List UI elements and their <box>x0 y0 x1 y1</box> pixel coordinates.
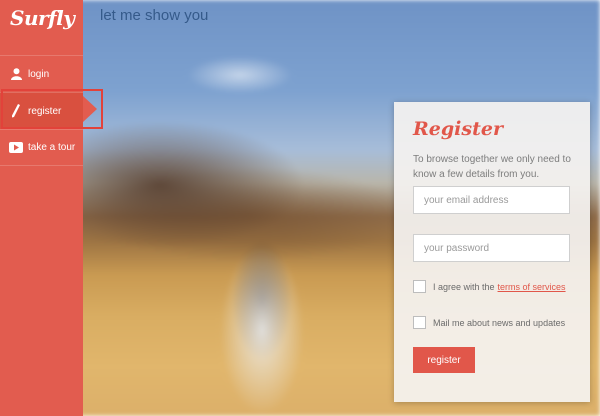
register-description: To browse together we only need to know … <box>413 154 571 180</box>
sidebar-item-label: login <box>28 68 50 80</box>
sidebar-item-login[interactable]: login <box>0 55 83 92</box>
page-title: let me show you <box>100 7 209 24</box>
terms-of-service-link[interactable]: terms of services <box>498 282 566 292</box>
password-field[interactable] <box>413 234 570 262</box>
register-button[interactable]: register <box>413 347 475 373</box>
terms-checkbox[interactable] <box>413 280 426 293</box>
email-field[interactable] <box>413 186 570 214</box>
newsletter-label: Mail me about news and updates <box>433 317 566 328</box>
register-card: Register To browse together we only need… <box>394 102 590 402</box>
newsletter-checkbox[interactable] <box>413 316 426 329</box>
terms-agreement-label: I agree with the <box>433 281 495 292</box>
user-icon <box>9 67 23 81</box>
sidebar: Surfly login register take a tour <box>0 0 83 416</box>
sidebar-nav: login register take a tour <box>0 55 83 166</box>
terms-agreement-row: I agree with the terms of services <box>413 280 566 293</box>
surfly-logo[interactable]: Surfly <box>10 4 75 32</box>
active-indicator-arrow <box>83 96 97 122</box>
play-icon <box>9 141 23 155</box>
newsletter-row: Mail me about news and updates <box>413 316 565 329</box>
sidebar-item-register[interactable]: register <box>0 92 83 129</box>
sidebar-item-label: register <box>28 105 62 117</box>
sidebar-item-label: take a tour <box>28 142 76 153</box>
register-title: Register <box>413 118 503 140</box>
sidebar-item-take-a-tour[interactable]: take a tour <box>0 129 83 166</box>
pencil-icon <box>9 104 23 118</box>
